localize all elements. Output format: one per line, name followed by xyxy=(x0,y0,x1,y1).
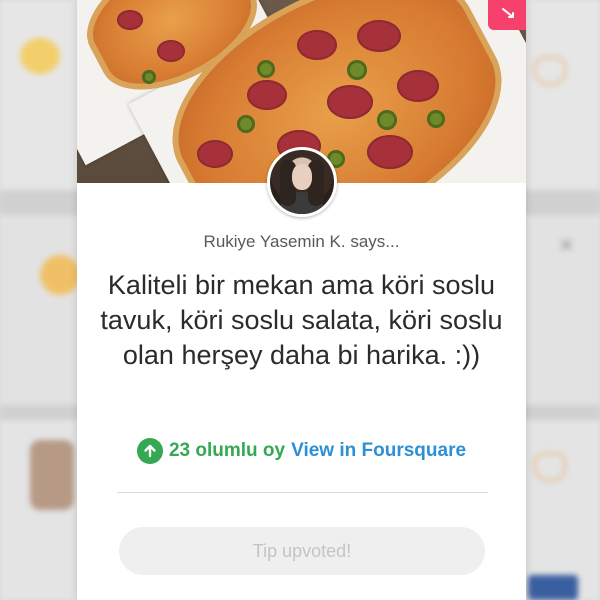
photo-topping xyxy=(397,70,439,102)
photo-topping xyxy=(142,70,156,84)
photo-topping xyxy=(257,60,275,78)
photo-topping xyxy=(347,60,367,80)
arrow-up-icon xyxy=(136,438,163,464)
tip-card: Rukiye Yasemin K. says... Kaliteli bir m… xyxy=(77,0,526,600)
photo-topping xyxy=(297,30,337,60)
photo-topping xyxy=(197,140,233,168)
photo-topping xyxy=(117,10,143,30)
tip-text: Kaliteli bir mekan ama köri soslu tavuk,… xyxy=(100,270,503,370)
tip-upvoted-button[interactable]: Tip upvoted! xyxy=(119,527,485,575)
background-close-icon: ✕ xyxy=(558,235,575,257)
upvote-count: 23 olumlu oy xyxy=(168,440,286,461)
divider xyxy=(117,492,488,493)
photo-topping xyxy=(327,85,373,119)
view-in-foursquare-link[interactable]: View in Foursquare xyxy=(291,440,466,462)
photo-topping xyxy=(157,40,185,62)
background-photo xyxy=(30,440,74,510)
user-avatar[interactable] xyxy=(267,147,337,217)
background-avatar xyxy=(20,38,60,74)
photo-topping xyxy=(357,20,401,52)
ribbon-glyph xyxy=(502,8,514,18)
photo-topping xyxy=(237,115,255,133)
photo-topping xyxy=(427,110,445,128)
photo-topping xyxy=(247,80,287,110)
background-avatar xyxy=(40,255,80,295)
photo-topping xyxy=(377,110,397,130)
background-heart-icon xyxy=(533,452,567,482)
bookmark-ribbon-icon[interactable] xyxy=(488,0,526,30)
background-thumbnail xyxy=(528,575,578,600)
photo-topping xyxy=(367,135,413,169)
tip-author: Rukiye Yasemin K. says... xyxy=(203,232,400,251)
tip-votes-row: 23 olumlu oy View in Foursquare xyxy=(77,438,526,464)
background-heart-icon xyxy=(533,56,567,86)
